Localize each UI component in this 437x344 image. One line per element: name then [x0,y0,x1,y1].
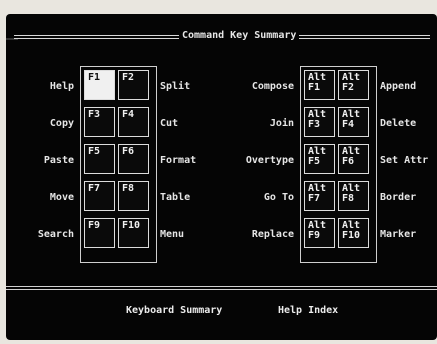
key-label-join: Join [269,118,294,129]
key-alt-f6[interactable]: Alt F6 [338,144,369,174]
key-label-border: Border [380,192,417,203]
key-label-paste: Paste [43,155,74,166]
key-label-menu: Menu [160,229,185,240]
key-f4[interactable]: F4 [118,107,149,137]
title-bar: Command Key Summary [14,30,430,42]
key-f8[interactable]: F8 [118,181,149,211]
terminal-screen: Command Key Summary Help F1 F2 Split Cop… [6,14,437,340]
key-label-marker: Marker [380,229,417,240]
key-alt-f2[interactable]: Alt F2 [338,70,369,100]
key-f1[interactable]: F1 [84,70,115,100]
key-alt-f1[interactable]: Alt F1 [304,70,335,100]
key-label-table: Table [160,192,191,203]
key-alt-f3[interactable]: Alt F3 [304,107,335,137]
key-label-move: Move [49,192,74,203]
key-label-format: Format [160,155,197,166]
key-label-compose: Compose [251,81,294,92]
help-index-link[interactable]: Help Index [278,305,338,316]
key-alt-f7[interactable]: Alt F7 [304,181,335,211]
key-label-cut: Cut [160,118,179,129]
key-label-search: Search [37,229,74,240]
key-alt-f10[interactable]: Alt F10 [338,218,369,248]
key-label-append: Append [380,81,417,92]
key-alt-f5[interactable]: Alt F5 [304,144,335,174]
key-f6[interactable]: F6 [118,144,149,174]
key-alt-f8[interactable]: Alt F8 [338,181,369,211]
key-label-replace: Replace [251,229,294,240]
key-label-overtype: Overtype [245,155,294,166]
key-f9[interactable]: F9 [84,218,115,248]
key-label-copy: Copy [49,118,74,129]
key-f2[interactable]: F2 [118,70,149,100]
key-label-help: Help [49,81,74,92]
key-alt-f9[interactable]: Alt F9 [304,218,335,248]
key-f10[interactable]: F10 [118,218,149,248]
key-f3[interactable]: F3 [84,107,115,137]
page-title: Command Key Summary [182,30,297,41]
key-alt-f4[interactable]: Alt F4 [338,107,369,137]
footer-divider [6,286,437,290]
title-rule-left [14,35,179,39]
key-label-delete: Delete [380,118,417,129]
key-f7[interactable]: F7 [84,181,115,211]
keyboard-summary-link[interactable]: Keyboard Summary [126,305,222,316]
key-label-go-to: Go To [263,192,294,203]
key-label-split: Split [160,81,191,92]
key-label-set-attr: Set Attr [380,155,429,166]
title-rule-right [299,35,430,39]
key-f5[interactable]: F5 [84,144,115,174]
